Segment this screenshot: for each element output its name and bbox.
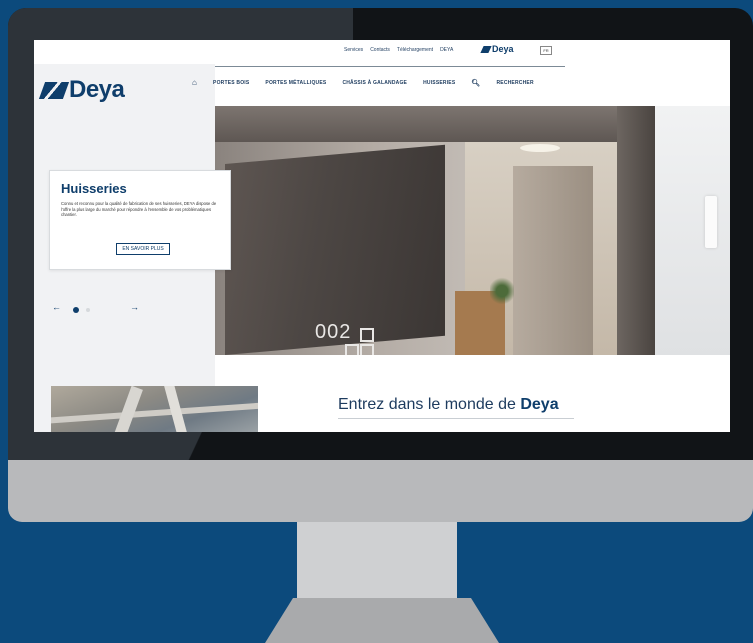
- hero-image: 002: [215, 106, 730, 355]
- slider-prev-arrow-icon[interactable]: ←: [52, 302, 61, 312]
- learn-more-button[interactable]: EN SAVOIR PLUS: [116, 243, 170, 255]
- aerial-road: [111, 386, 143, 432]
- slider-dot[interactable]: [86, 308, 90, 312]
- top-links: Services Contacts Téléchargement DEYA: [344, 47, 453, 53]
- door-frame-top: [215, 106, 655, 142]
- door-number: 002: [315, 321, 352, 343]
- welcome-brand: Deya: [520, 396, 559, 413]
- logo-mark-icon: [38, 82, 70, 99]
- language-selector[interactable]: FR: [540, 46, 552, 55]
- toplink-downloads[interactable]: Téléchargement: [397, 47, 433, 53]
- aerial-road: [51, 401, 258, 425]
- door-sign-square: [360, 328, 374, 342]
- door-sign-square: [360, 344, 374, 355]
- nav-huisseries[interactable]: HUISSERIES: [423, 80, 455, 86]
- mini-logo[interactable]: Deya: [480, 44, 514, 54]
- toplink-services[interactable]: Services: [344, 47, 363, 53]
- toplink-deya[interactable]: DEYA: [440, 47, 453, 53]
- nav-search[interactable]: RECHERCHER: [496, 80, 533, 86]
- welcome-divider: [338, 418, 574, 419]
- site-logo[interactable]: Deya: [38, 76, 125, 104]
- hero-plant: [490, 276, 514, 306]
- welcome-heading: Entrez dans le monde de Deya: [338, 396, 559, 413]
- aerial-city-image: [51, 386, 258, 432]
- wall-switch: [705, 196, 717, 248]
- hero-card: Huisseries Connu et reconnu pour la qual…: [49, 170, 231, 270]
- nav-portes-bois[interactable]: PORTES BOIS: [213, 80, 249, 86]
- hero-wall: [655, 106, 730, 355]
- door-frame-right: [617, 106, 655, 355]
- slider-dot-active[interactable]: [73, 307, 79, 313]
- search-icon[interactable]: 🔍︎: [471, 79, 480, 87]
- nav-portes-metalliques[interactable]: PORTES MÉTALLIQUES: [265, 80, 326, 86]
- monitor-base: [265, 598, 499, 643]
- hero-corridor-wall: [513, 166, 593, 355]
- monitor-neck: [297, 522, 457, 598]
- monitor-chin: [8, 460, 753, 522]
- door-sign-square: [345, 344, 359, 355]
- card-text: Connu et reconnu pour la qualité de fabr…: [61, 201, 217, 217]
- hero-ceiling-light: [520, 144, 560, 152]
- header-divider: [189, 66, 565, 67]
- browser-screen: Services Contacts Téléchargement DEYA De…: [34, 40, 730, 432]
- slider-next-arrow-icon[interactable]: →: [130, 302, 139, 312]
- home-icon[interactable]: ⌂: [192, 78, 197, 87]
- logo-mark-icon: [480, 46, 492, 53]
- toplink-contacts[interactable]: Contacts: [370, 47, 390, 53]
- nav-chassis-galandage[interactable]: CHÂSSIS À GALANDAGE: [342, 80, 407, 86]
- main-nav: ⌂ PORTES BOIS PORTES MÉTALLIQUES CHÂSSIS…: [192, 78, 534, 87]
- card-title: Huisseries: [61, 181, 127, 196]
- top-utility-bar: Services Contacts Téléchargement DEYA De…: [34, 40, 730, 62]
